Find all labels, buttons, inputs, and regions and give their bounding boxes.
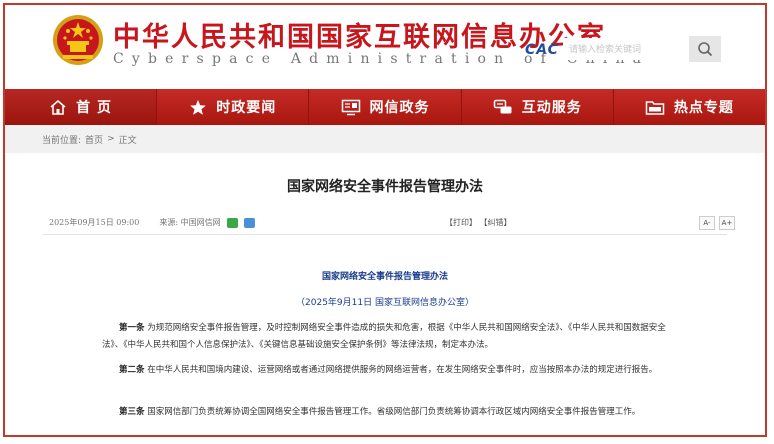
search-input[interactable] bbox=[563, 38, 689, 60]
nav-label-interaction: 互动服务 bbox=[521, 100, 582, 116]
print-link[interactable]: 【打印】 bbox=[445, 218, 477, 227]
document-subtitle: （2025年9月11日 国家互联网信息办公室） bbox=[296, 298, 474, 308]
nav-label-home: 首 页 bbox=[76, 100, 113, 116]
document-title: 国家网络安全事件报告管理办法 bbox=[321, 272, 448, 282]
article-paragraph: 第二条 在中华人民共和国境内建设、运营网络或者通过网络提供服务的网络运营者，在发… bbox=[102, 362, 682, 379]
article-lead: 第一条 bbox=[119, 323, 145, 333]
article-date: 2025年09月15日 09:00 bbox=[49, 218, 140, 227]
divider bbox=[43, 234, 727, 235]
weibo-share-icon[interactable] bbox=[243, 217, 255, 228]
breadcrumb-home-link[interactable]: 首页 bbox=[85, 133, 103, 146]
page-frame: 中华人民共和国国家互联网信息办公室 Cyberspace Administrat… bbox=[3, 3, 767, 437]
article-lead: 第二条 bbox=[119, 365, 145, 375]
article-text: 为规范网络安全事件报告管理，及时控制网络安全事件造成的损失和危害，根据《中华人民… bbox=[102, 323, 666, 350]
nav-label-affairs: 网信政务 bbox=[369, 100, 430, 116]
nav-item-news[interactable]: 时政要闻 bbox=[157, 89, 310, 125]
nav-item-affairs[interactable]: 网信政务 bbox=[309, 89, 462, 125]
nav-item-interaction[interactable]: 互动服务 bbox=[462, 89, 614, 125]
cac-logo: CAC bbox=[525, 42, 559, 58]
font-decrease-button[interactable]: A- bbox=[699, 216, 715, 230]
nav-item-topics[interactable]: 热点专题 bbox=[614, 89, 765, 125]
main-nav: 首 页 时政要闻 网信政务 互动服务 热点专题 bbox=[5, 89, 765, 125]
article-source: 来源: 中国网信网 bbox=[159, 218, 221, 227]
monitor-icon bbox=[341, 99, 360, 115]
article-actions: 【打印】 【纠错】 bbox=[445, 217, 512, 228]
star-icon bbox=[190, 99, 207, 115]
nav-item-home[interactable]: 首 页 bbox=[5, 89, 158, 125]
article-text: 国家网信部门负责统筹协调全国网络安全事件报告管理工作。省级网信部门负责统筹协调本… bbox=[147, 407, 641, 417]
font-increase-button[interactable]: A+ bbox=[719, 216, 735, 230]
home-icon bbox=[50, 99, 66, 115]
folder-icon bbox=[645, 100, 665, 115]
interaction-icon bbox=[493, 99, 512, 113]
article-paragraph: 第三条 国家网信部门负责统筹协调全国网络安全事件报告管理工作。省级网信部门负责统… bbox=[102, 404, 682, 421]
nav-label-news: 时政要闻 bbox=[216, 100, 277, 116]
breadcrumb: 当前位置: 首页 > 正文 bbox=[5, 125, 765, 153]
article-lead: 第三条 bbox=[119, 407, 145, 417]
search-icon bbox=[698, 42, 713, 57]
search-button[interactable] bbox=[689, 36, 721, 62]
article-paragraph: 第一条 为规范网络安全事件报告管理，及时控制网络安全事件造成的损失和危害，根据《… bbox=[102, 320, 682, 354]
breadcrumb-current: 正文 bbox=[118, 135, 137, 146]
article-text: 在中华人民共和国境内建设、运营网络或者通过网络提供服务的网络运营者，在发生网络安… bbox=[147, 365, 658, 375]
national-emblem-icon bbox=[53, 15, 103, 65]
nav-label-topics: 热点专题 bbox=[673, 100, 734, 116]
error-report-link[interactable]: 【纠错】 bbox=[480, 218, 512, 227]
site-header: 中华人民共和国国家互联网信息办公室 Cyberspace Administrat… bbox=[5, 5, 765, 87]
font-size-controls: A- A+ bbox=[699, 216, 735, 230]
wechat-share-icon[interactable] bbox=[226, 217, 238, 228]
breadcrumb-separator: > bbox=[107, 134, 115, 144]
breadcrumb-prefix: 当前位置: bbox=[42, 135, 82, 146]
article-title: 国家网络安全事件报告管理办法 bbox=[287, 179, 483, 195]
article-meta: 2025年09月15日 09:00 来源: 中国网信网 bbox=[49, 217, 255, 228]
